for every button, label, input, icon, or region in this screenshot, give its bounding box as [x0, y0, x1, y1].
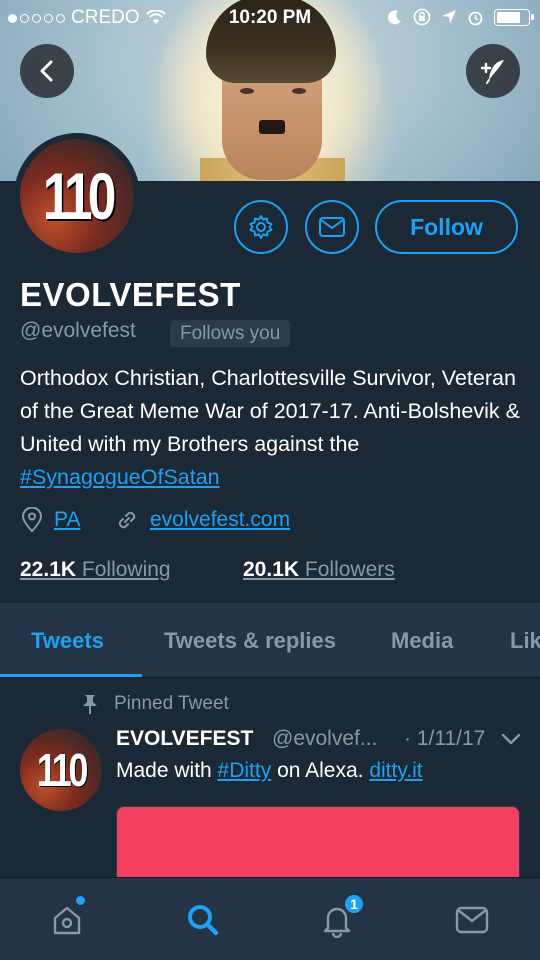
banner-portrait-eye	[292, 88, 306, 94]
tweet-media-card[interactable]	[116, 806, 520, 886]
nav-messages[interactable]	[427, 878, 517, 960]
tab-tweets[interactable]: Tweets	[31, 603, 104, 678]
pinned-tweet-label: Pinned Tweet	[80, 693, 229, 715]
chevron-left-icon	[40, 60, 53, 82]
settings-button[interactable]	[234, 200, 288, 254]
profile-display-name: EVOLVEFEST	[20, 276, 241, 313]
tweet-text-middle: on Alexa.	[271, 759, 370, 782]
battery-icon	[494, 8, 534, 26]
avatar-image: 110	[20, 139, 134, 253]
location-icon	[442, 10, 456, 24]
following-stat[interactable]: 22.1K Following	[20, 558, 171, 582]
follow-button[interactable]: Follow	[375, 200, 518, 254]
notification-count-badge: 1	[343, 893, 365, 915]
following-label: Following	[81, 558, 171, 581]
followers-count: 20.1K	[243, 558, 300, 581]
tweet-text: Made with #Ditty on Alexa. ditty.it	[116, 759, 423, 783]
banner-portrait-eye	[240, 88, 254, 94]
pin-icon	[83, 695, 97, 714]
tweet-hashtag-link[interactable]: #Ditty	[218, 759, 272, 782]
compose-tweet-button[interactable]	[466, 44, 520, 98]
tab-media[interactable]: Media	[391, 603, 453, 678]
location-pin-icon	[21, 507, 43, 533]
profile-tabs: Tweets Tweets & replies Media Lik	[0, 603, 540, 678]
tweet-author-avatar[interactable]: 110	[20, 729, 102, 811]
bottom-navigation: 1	[0, 877, 540, 960]
banner-portrait-mustache	[259, 120, 285, 134]
profile-website[interactable]: evolvefest.com	[114, 507, 290, 533]
chevron-down-icon	[501, 733, 521, 745]
messages-icon	[455, 906, 489, 933]
alarm-icon	[468, 11, 483, 25]
tweet-options-button[interactable]	[500, 732, 522, 751]
profile-bio: Orthodox Christian, Charlottesville Surv…	[20, 362, 520, 494]
location-text[interactable]: PA	[54, 508, 80, 532]
status-icons	[387, 8, 534, 26]
profile-avatar[interactable]: 110	[14, 133, 140, 259]
compose-tweet-icon	[480, 60, 504, 84]
following-count: 22.1K	[20, 558, 77, 581]
avatar-text: 110	[42, 159, 116, 233]
bio-hashtag-link[interactable]: #SynagogueOfSatan	[20, 465, 220, 489]
bio-text: Orthodox Christian, Charlottesville Surv…	[20, 366, 520, 456]
link-icon	[118, 511, 136, 529]
tab-tweets-and-replies[interactable]: Tweets & replies	[164, 603, 336, 678]
home-new-dot	[76, 896, 85, 905]
moon-icon	[388, 10, 401, 25]
gear-icon	[249, 215, 273, 239]
rotation-lock-icon	[413, 8, 431, 26]
tweet-date: · 1/11/17	[404, 727, 486, 750]
nav-search[interactable]	[158, 878, 248, 960]
website-link[interactable]: evolvefest.com	[150, 508, 290, 532]
tab-likes[interactable]: Lik	[510, 603, 540, 678]
search-icon	[188, 904, 219, 935]
profile-location[interactable]: PA	[20, 507, 80, 533]
active-tab-indicator	[0, 674, 142, 677]
profile-handle: @evolvefest	[20, 319, 136, 342]
tweet-avatar-text: 110	[36, 744, 89, 796]
tweet-author-handle[interactable]: @evolvef...	[272, 727, 377, 751]
status-bar: CREDO 10:20 PM	[0, 0, 540, 36]
tweet-author-name[interactable]: EVOLVEFEST	[116, 727, 253, 751]
follows-you-badge: Follows you	[170, 320, 291, 347]
followers-stat[interactable]: 20.1K Followers	[243, 558, 395, 582]
envelope-icon	[319, 217, 345, 237]
nav-home[interactable]	[22, 878, 112, 960]
message-button[interactable]	[305, 200, 359, 254]
pinned-text: Pinned Tweet	[114, 693, 229, 714]
home-icon	[53, 906, 81, 934]
tweet-text-prefix: Made with	[116, 759, 218, 782]
back-button[interactable]	[20, 44, 74, 98]
tweet-url-link[interactable]: ditty.it	[369, 759, 422, 782]
followers-label: Followers	[304, 558, 395, 581]
nav-notifications[interactable]: 1	[292, 878, 382, 960]
